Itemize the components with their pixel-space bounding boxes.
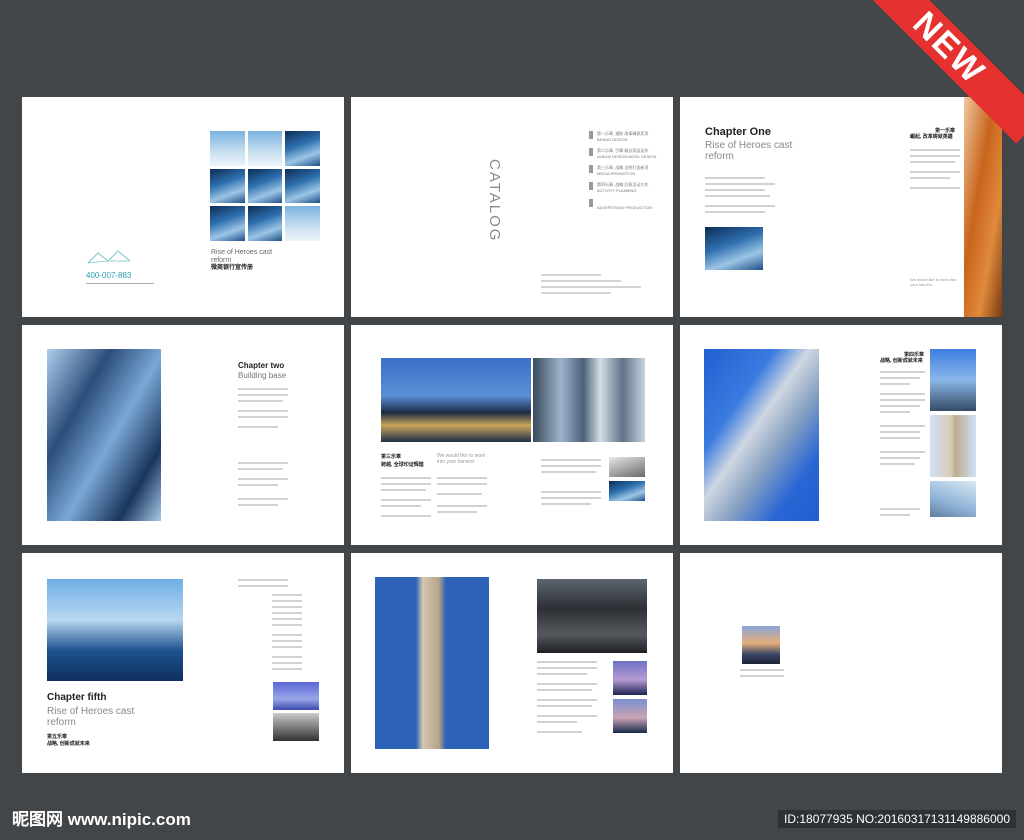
brochure-page-1: 400-007-883 Rise of Heroes cast reform 微… (22, 97, 344, 317)
page-subtitle: Rise of Heroes cast reform (211, 249, 273, 264)
city-skyline-photo (381, 358, 531, 442)
body-text-line (541, 292, 611, 294)
image-id-label: ID:18077935 NO:20160317131149886000 (778, 810, 1016, 828)
minaret-photo (375, 577, 489, 749)
tower-sky-photo (704, 349, 819, 521)
brochure-page-9 (680, 553, 1002, 773)
chapter-subtitle: Rise of Heroes cast reform (47, 706, 135, 728)
section-en: We would like to work into your harvest (437, 453, 486, 465)
brochure-page-5: 第三乐章 跨越, 全球印证辉煌 We would like to work in… (351, 325, 673, 545)
brochure-page-8 (351, 553, 673, 773)
logo-mark (86, 249, 132, 265)
skyscraper-photo (47, 349, 161, 521)
thumb-photo (613, 661, 647, 695)
brochure-page-3: Chapter One Rise of Heroes cast reform 第… (680, 97, 1002, 317)
section-cn-1: 第五乐章 (47, 734, 68, 740)
bridge-photo (930, 481, 976, 517)
catalog-item: 第一乐章, 通航 改革确保奖项 BRAND DESIGN (589, 131, 659, 148)
thumb-photo (273, 713, 319, 741)
chapter-title: Chapter fifth (47, 692, 107, 703)
thumb-photo (273, 682, 319, 710)
brochure-page-4: Chapter two Building base (22, 325, 344, 545)
catalog-list: 第一乐章, 通航 改革确保奖项 BRAND DESIGN 第二乐章, 引擎 概念奖… (589, 131, 659, 216)
building-photo (705, 227, 763, 270)
site-logo[interactable]: 昵图网 www.nipic.com (12, 805, 191, 830)
brochure-page-2: CATALOG 第一乐章, 通航 改革确保奖项 BRAND DESIGN 第二乐章… (351, 97, 673, 317)
chapter-subtitle: Rise of Heroes cast reform (705, 140, 793, 162)
catalog-heading: CATALOG (486, 159, 503, 243)
brochure-page-6: 第四乐章 战略, 创新成就未来 (680, 325, 1002, 545)
section-cn-1: 第三乐章 (381, 454, 402, 460)
catalog-item: 第三乐章, 战略 全明打造新项 MEDIA PROMOTION (589, 165, 659, 182)
minaret-photo (930, 415, 976, 477)
chapter-title: Chapter two (238, 361, 285, 370)
amber-photo (964, 97, 1002, 317)
side-en: We would like to work into your harvest (910, 277, 957, 287)
chapter-subtitle: Building base (238, 371, 287, 380)
thumb-photo (613, 699, 647, 733)
section-cn-2: 跨越, 全球印证辉煌 (381, 462, 424, 468)
catalog-item: 第二乐章, 引擎 概念奖励运作 ALBUM DESIGN BOOK DESIGN (589, 148, 659, 165)
body-text-line (541, 280, 621, 282)
towers-photo (533, 358, 645, 442)
section-cn-2: 战略, 创新成就未来 (47, 741, 90, 747)
body-text-line (541, 286, 641, 288)
thumb-photo (609, 481, 645, 501)
plaza-photo (537, 579, 647, 653)
body-text-line (541, 274, 601, 276)
window-grid-image (210, 131, 320, 241)
city-thumb-photo (742, 626, 780, 664)
thumb-photo (609, 457, 645, 477)
reflection-photo (47, 579, 183, 681)
section-cn-2: 战略, 创新成就未来 (880, 358, 923, 364)
catalog-item: 第四乐章, 战略 后驱活动大作 ACTIVITY PLANNING (589, 182, 659, 199)
side-cn-2: 崛起, 改革铸就英雄 (910, 134, 953, 140)
brochure-page-7: Chapter fifth Rise of Heroes cast reform… (22, 553, 344, 773)
page-title-cn: 微商银行宣传册 (211, 265, 254, 271)
phone-number: 400-007-883 (86, 271, 132, 280)
chapter-title: Chapter One (705, 126, 772, 138)
city-tower-photo (930, 349, 976, 411)
address-line (86, 283, 154, 284)
catalog-item: ADVERTISING PRODUCTION (589, 199, 659, 216)
